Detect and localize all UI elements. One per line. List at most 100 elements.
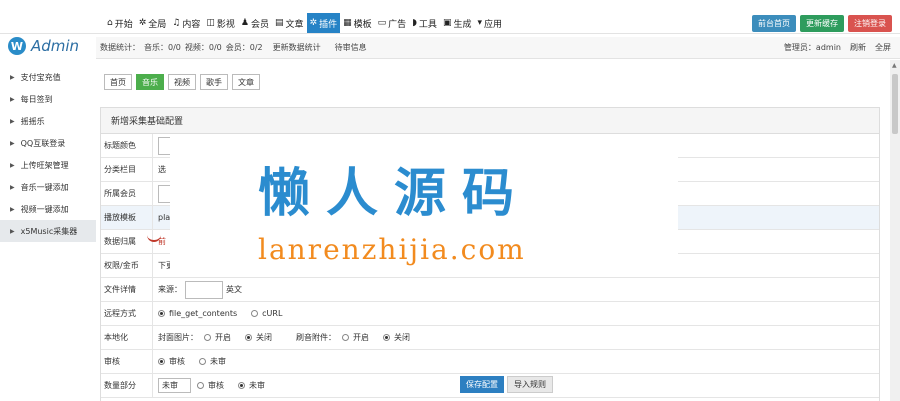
sidebar-item-music-add[interactable]: ▶ 音乐一键添加 [0,176,96,198]
refresh-link[interactable]: 刷新 [850,42,866,53]
music-count: 音乐：0/0 [144,43,181,52]
nav-generate[interactable]: ▣ 生成 [440,13,475,33]
caret-right-icon: ▶ [10,73,15,81]
sidebar-item-checkin[interactable]: ▶ 每日签到 [0,88,96,110]
radio-dot [245,334,252,341]
collect-unaudit-radio[interactable]: 未审 [238,380,265,391]
nav-article[interactable]: ▤ 文章 [272,13,307,33]
nav-app[interactable]: ▾ 应用 [474,13,505,33]
app-icon: ▾ [477,18,482,28]
caret-right-icon: ▶ [10,139,15,147]
sidebar-item-upload[interactable]: ▶ 上传旺架管理 [0,154,96,176]
file-icon: ▤ [275,18,284,28]
bottom-buttons: 保存配置 导入规则 [460,376,556,393]
update-cache-button[interactable]: 更新缓存 [800,15,844,32]
fullscreen-link[interactable]: 全屏 [875,42,891,53]
row-lyrics: 文件详情 来源： 英文 [101,278,879,302]
generate-icon: ▣ [442,18,452,28]
cover-off-radio[interactable]: 关闭 [245,332,272,343]
caret-right-icon: ▶ [10,227,15,235]
nav-template[interactable]: ▦ 模板 [340,13,375,33]
caret-right-icon: ▶ [10,117,15,125]
radio-dot [251,310,259,317]
attach-off-radio[interactable]: 关闭 [383,332,410,343]
monitor-icon: ▭ [377,18,387,28]
tab-article[interactable]: 文章 [232,74,260,90]
category-select[interactable]: 选 [158,164,166,175]
remote-curl-radio[interactable]: cURL [251,309,282,318]
watermark-cn: 懒人源码 [258,164,531,224]
panel-title: 新增采集基础配置 [101,108,879,134]
nav-start[interactable]: ⌂ 开始 [104,13,136,33]
scrollbar-thumb[interactable] [892,74,898,134]
app-logo[interactable]: W Admin [8,33,92,59]
caret-right-icon: ▶ [10,161,15,169]
cover-label: 封面图片： [158,333,198,342]
update-stats-link[interactable]: 更新数据统计 [273,42,321,53]
remote-file-get-contents-radio[interactable]: file_get_contents [158,309,237,318]
tab-music[interactable]: 音乐 [136,74,164,90]
scroll-up-icon[interactable]: ▲ [892,62,897,69]
audited-radio[interactable]: 审核 [158,356,185,367]
cover-on-radio[interactable]: 开启 [204,332,231,343]
top-bar: ⌂ 开始 ✲ 全局 ♫ 内容 ◫ 影视 ♟ 会员 ▤ 文章 ✲ 插件 ▦ 模板 ▭ 广告 ◗ 工具 … [0,0,900,34]
watermark-en: lanrenzhijia.com [258,233,526,266]
nav-plugin[interactable]: ✲ 插件 [306,13,341,33]
collect-audit-radio[interactable]: 审核 [197,380,224,391]
sidebar-item-shake[interactable]: ▶ 摇摇乐 [0,110,96,132]
lyrics-input[interactable] [185,280,223,299]
row-audit: 审核 审核 未审 [101,350,879,374]
radio-dot [204,334,211,341]
save-config-button[interactable]: 保存配置 [460,376,504,393]
attach-label: 刷音附件： [296,333,336,342]
stats-bar: 数据统计： 音乐：0/0 视频：0/0 会员：0/2 更新数据统计 待审信息 管… [96,37,900,59]
nav-video[interactable]: ◫ 影视 [203,13,238,33]
scrollbar[interactable]: ▲ [890,60,900,401]
row-label: 数据归属 [101,230,153,253]
sidebar-item-qq-login[interactable]: ▶ QQ互联登录 [0,132,96,154]
radio-dot [238,382,245,389]
sidebar-item-alipay[interactable]: ▶ 支付宝充值 [0,66,96,88]
row-remote: 远程方式 file_get_contents cURL [101,302,879,326]
nav-tools[interactable]: ◗ 工具 [409,13,440,33]
stats-bar-right: 管理员：admin 刷新 全屏 [784,42,900,53]
sidebar-item-video-add[interactable]: ▶ 视频一键添加 [0,198,96,220]
nav-member[interactable]: ♟ 会员 [238,13,272,33]
gear-icon: ✲ [138,18,147,28]
front-page-button[interactable]: 前台首页 [752,15,796,32]
admin-label: 管理员：admin [783,43,841,52]
video-count: 视频：0/0 [184,43,222,52]
top-buttons: 前台首页 更新缓存 注销登录 [748,15,892,32]
row-label: 播放模板 [101,206,153,229]
template-icon: ▦ [343,18,352,28]
row-label: 所属会员 [101,182,153,205]
row-label: 本地化 [101,326,153,349]
tab-singer[interactable]: 歌手 [200,74,228,90]
import-rules-button[interactable]: 导入规则 [507,376,553,393]
tab-home[interactable]: 首页 [104,74,132,90]
radio-dot [199,358,206,365]
attach-on-radio[interactable]: 开启 [342,332,369,343]
tab-video[interactable]: 视频 [168,74,196,90]
nav-global[interactable]: ✲ 全局 [136,13,170,33]
logo-icon: W [8,37,26,55]
sidebar-item-collector[interactable]: ▶ x5Music采集器 [0,220,96,242]
collect-select[interactable]: 未审 [158,378,191,393]
nav-content[interactable]: ♫ 内容 [169,13,203,33]
nav-ad[interactable]: ▭ 广告 [375,13,410,33]
logo-text: Admin [31,37,80,55]
logout-button[interactable]: 注销登录 [848,15,892,32]
unaudited-radio[interactable]: 未审 [199,356,226,367]
shield-icon: ◗ [412,18,417,28]
user-icon: ♟ [240,18,249,28]
music-icon: ♫ [172,18,181,28]
radio-dot [342,334,349,341]
lyrics-prefix: 来源： [158,285,182,294]
home-icon: ⌂ [107,18,113,28]
row-label: 标题颜色 [101,134,153,157]
film-icon: ◫ [206,18,215,28]
template-select[interactable]: pla [158,213,170,222]
sidebar: ▶ 支付宝充值 ▶ 每日签到 ▶ 摇摇乐 ▶ QQ互联登录 ▶ 上传旺架管理 ▶ 音乐一键添… [0,66,96,242]
caret-right-icon: ▶ [10,95,15,103]
pending-link[interactable]: 待审信息 [335,42,367,53]
